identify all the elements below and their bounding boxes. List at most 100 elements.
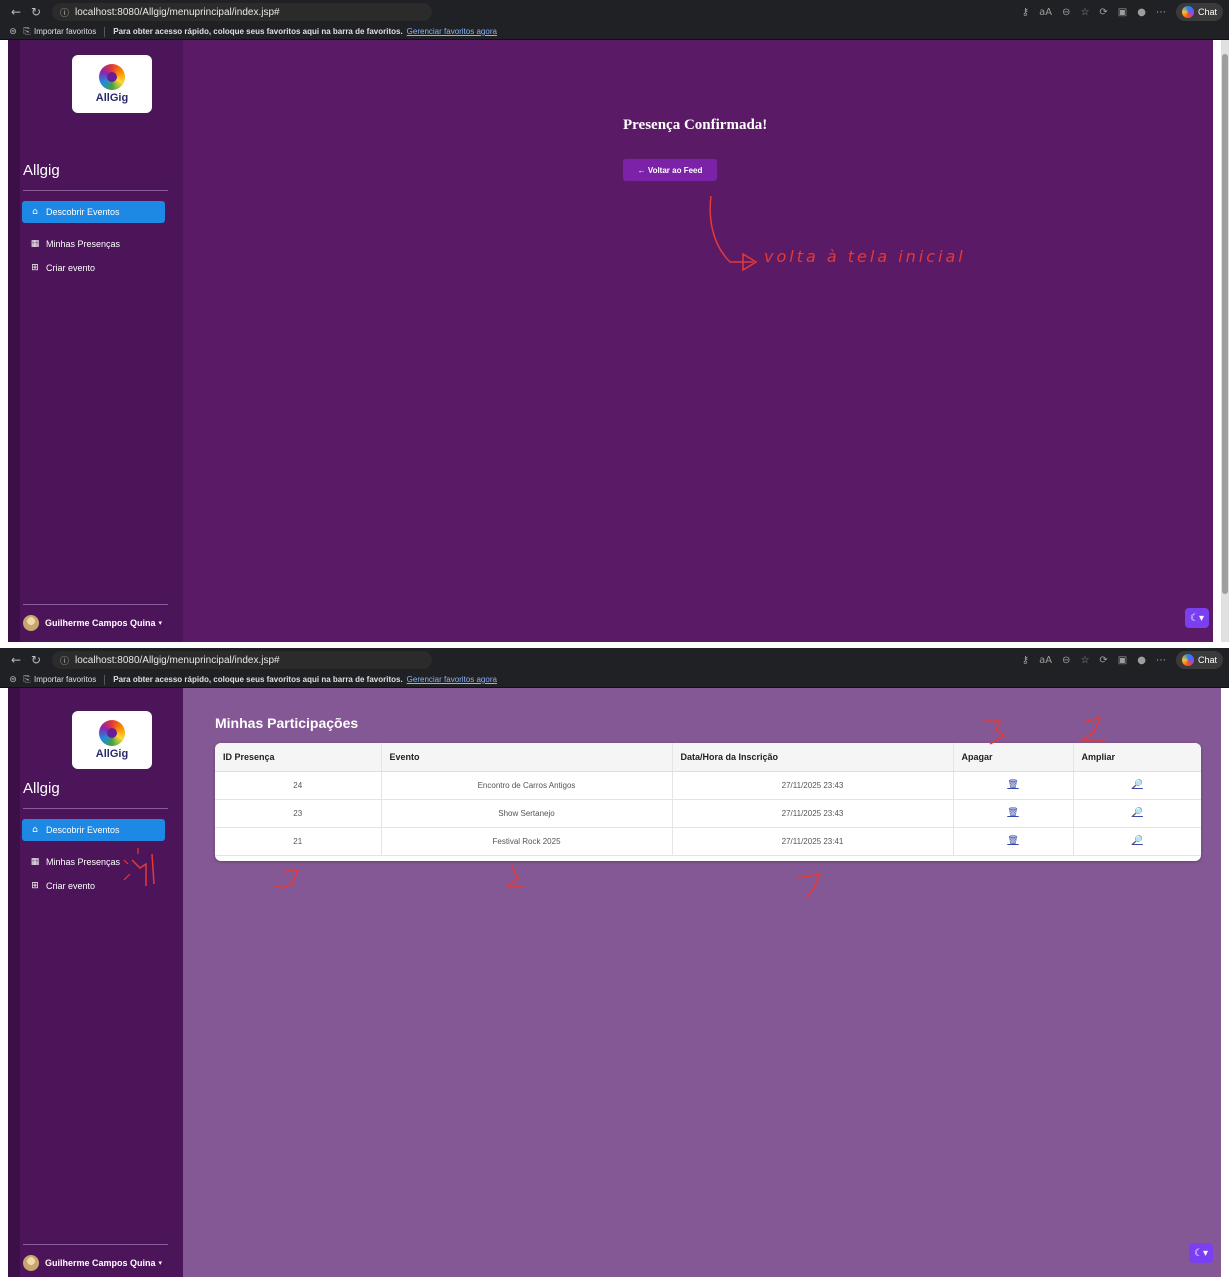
grid-icon: ⊞: [31, 881, 39, 891]
app-main: AllGig Allgig ⌂ Descobrir Eventos ▦ Minh…: [8, 688, 1221, 1277]
reload-icon[interactable]: ↻: [26, 5, 46, 19]
chat-label: Chat: [1197, 7, 1217, 17]
sidebar-toggle-icon[interactable]: ⊜: [6, 27, 20, 37]
user-menu[interactable]: Guilherme Campos Quina ▾: [23, 1255, 162, 1271]
magnify-icon[interactable]: 🔎: [1132, 808, 1143, 818]
user-name: Guilherme Campos Quina: [45, 618, 156, 628]
cell-event: Encontro de Carros Antigos: [381, 771, 673, 800]
profile-icon[interactable]: ●: [1137, 655, 1146, 666]
site-info-icon[interactable]: ⓘ: [60, 6, 69, 19]
sidebar-item-descobrir-eventos[interactable]: ⌂ Descobrir Eventos: [22, 819, 165, 841]
sidebar-item-label: Minhas Presenças: [46, 857, 121, 867]
read-aloud-icon[interactable]: aA: [1039, 655, 1052, 666]
collections-icon[interactable]: ▣: [1118, 7, 1127, 18]
sidebar-item-label: Criar evento: [46, 881, 96, 891]
more-icon[interactable]: ⋯: [1156, 7, 1166, 18]
manage-favorites-link[interactable]: Gerenciar favoritos agora: [407, 27, 497, 36]
cell-id: 21: [215, 827, 382, 856]
user-name: Guilherme Campos Quina: [45, 1258, 156, 1268]
import-favorites-link[interactable]: Importar favoritos: [34, 27, 96, 36]
grid-icon: ⊞: [31, 263, 39, 273]
brand-title: Allgig: [23, 780, 60, 797]
browser-toolbar: ← ↻ ⓘ localhost:8080/Allgig/menuprincipa…: [0, 0, 1229, 24]
delete-icon[interactable]: 🗑: [1007, 808, 1018, 818]
key-icon[interactable]: ⚷: [1022, 7, 1029, 18]
sidebar-item-criar-evento[interactable]: ⊞ Criar evento: [22, 875, 165, 897]
copilot-icon: [1181, 6, 1194, 18]
zoom-icon[interactable]: ⊖: [1062, 655, 1070, 666]
theme-toggle-button[interactable]: ☾▾: [1185, 608, 1209, 628]
collections-icon[interactable]: ▣: [1118, 655, 1127, 666]
copilot-chat-button[interactable]: Chat: [1175, 651, 1223, 669]
divider: [23, 1244, 168, 1245]
favbar-message: Para obter acesso rápido, coloque seus f…: [113, 675, 403, 684]
sidebar-item-minhas-presencas[interactable]: ▦ Minhas Presenças: [22, 851, 165, 873]
theme-toggle-button[interactable]: ☾▾: [1189, 1243, 1213, 1263]
profile-icon[interactable]: ●: [1137, 7, 1146, 18]
column-header-id: ID Presença: [215, 743, 382, 772]
sidebar-item-descobrir-eventos[interactable]: ⌂ Descobrir Eventos: [22, 201, 165, 223]
divider: [23, 190, 168, 191]
delete-icon[interactable]: 🗑: [1007, 836, 1018, 846]
user-menu[interactable]: Guilherme Campos Quina ▾: [23, 615, 162, 631]
star-icon[interactable]: ☆: [1080, 7, 1089, 18]
participations-table: ID Presença Evento Data/Hora da Inscriçã…: [215, 743, 1201, 861]
star-icon[interactable]: ☆: [1080, 655, 1089, 666]
sidebar-item-label: Criar evento: [46, 263, 96, 273]
table-row: 24 Encontro de Carros Antigos 27/11/2025…: [215, 771, 1201, 800]
site-info-icon[interactable]: ⓘ: [60, 654, 69, 667]
table-header-row: ID Presença Evento Data/Hora da Inscriçã…: [215, 743, 1201, 772]
sidebar-item-minhas-presencas[interactable]: ▦ Minhas Presenças: [22, 233, 165, 255]
sidebar: AllGig Allgig ⌂ Descobrir Eventos ▦ Minh…: [8, 688, 183, 1277]
sidebar-toggle-icon[interactable]: ⊜: [6, 675, 20, 685]
cell-event: Festival Rock 2025: [381, 827, 673, 856]
cell-datetime: 27/11/2025 23:41: [672, 827, 954, 856]
home-icon: ⌂: [32, 207, 38, 217]
back-arrow-icon[interactable]: ←: [6, 653, 26, 667]
copilot-icon: [1181, 654, 1194, 666]
logo-text: AllGig: [95, 92, 129, 104]
chat-label: Chat: [1197, 655, 1217, 665]
delete-icon[interactable]: 🗑: [1007, 780, 1018, 790]
divider: [23, 808, 168, 809]
scrollbar-thumb[interactable]: [1222, 54, 1228, 594]
annotation-text: volta à tela inicial: [764, 247, 966, 266]
address-bar[interactable]: ⓘ localhost:8080/Allgig/menuprincipal/in…: [52, 3, 432, 21]
extensions-icon[interactable]: ⟳: [1099, 7, 1107, 18]
avatar: [23, 615, 39, 631]
magnify-icon[interactable]: 🔎: [1132, 836, 1143, 846]
column-header-data-hora: Data/Hora da Inscrição: [672, 743, 954, 772]
favorites-bar: ⊜ ⎘ Importar favoritos Para obter acesso…: [0, 24, 1229, 40]
sidebar-item-label: Descobrir Eventos: [46, 825, 120, 835]
sidebar-item-criar-evento[interactable]: ⊞ Criar evento: [22, 257, 165, 279]
cell-event: Show Sertanejo: [381, 799, 673, 828]
browser-toolbar: ← ↻ ⓘ localhost:8080/Allgig/menuprincipa…: [0, 648, 1229, 672]
brand-title: Allgig: [23, 162, 60, 179]
extensions-icon[interactable]: ⟳: [1099, 655, 1107, 666]
magnify-icon[interactable]: 🔎: [1132, 780, 1143, 790]
back-arrow-icon[interactable]: ←: [6, 5, 26, 19]
address-bar[interactable]: ⓘ localhost:8080/Allgig/menuprincipal/in…: [52, 651, 432, 669]
cell-id: 24: [215, 771, 382, 800]
scrollbar[interactable]: [1221, 40, 1229, 642]
favorites-bar: ⊜ ⎘ Importar favoritos Para obter acesso…: [0, 672, 1229, 688]
logo-mark-icon: [99, 720, 125, 746]
zoom-icon[interactable]: ⊖: [1062, 7, 1070, 18]
sidebar-item-label: Minhas Presenças: [46, 239, 121, 249]
screenshot-confirmation: ← ↻ ⓘ localhost:8080/Allgig/menuprincipa…: [0, 0, 1229, 642]
app-main: AllGig Allgig ⌂ Descobrir Eventos ▦ Minh…: [8, 40, 1213, 642]
avatar: [23, 1255, 39, 1271]
column-header-apagar: Apagar: [953, 743, 1074, 772]
manage-favorites-link[interactable]: Gerenciar favoritos agora: [407, 675, 497, 684]
browser-actions: ⚷ aA ⊖ ☆ ⟳ ▣ ● ⋯ Chat: [1022, 3, 1223, 21]
annotation-arrow: [709, 195, 758, 272]
more-icon[interactable]: ⋯: [1156, 655, 1166, 666]
read-aloud-icon[interactable]: aA: [1039, 7, 1052, 18]
import-favorites-link[interactable]: Importar favoritos: [34, 675, 96, 684]
back-to-feed-button[interactable]: ← Voltar ao Feed: [623, 159, 717, 181]
table-icon: ▦: [30, 857, 40, 867]
reload-icon[interactable]: ↻: [26, 653, 46, 667]
key-icon[interactable]: ⚷: [1022, 655, 1029, 666]
copilot-chat-button[interactable]: Chat: [1175, 3, 1223, 21]
page-title: Presença Confirmada!: [623, 117, 768, 133]
